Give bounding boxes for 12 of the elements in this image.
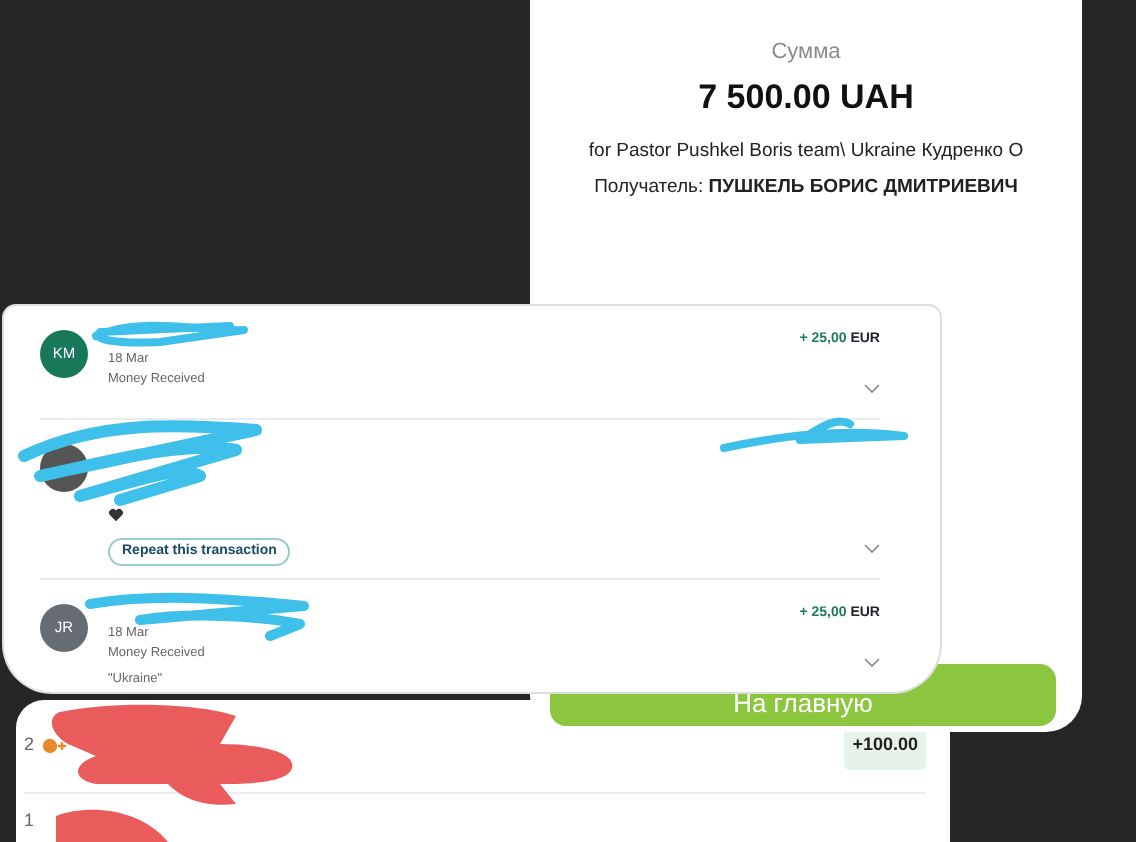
redaction-scribble (56, 809, 168, 842)
heart-icon (108, 508, 124, 522)
amount-value: 7 500.00 UAH (696, 75, 916, 119)
chevron-icon[interactable] (864, 544, 880, 555)
row-index: 1 (24, 807, 35, 833)
amount-label: Сумма (769, 38, 843, 68)
coin-icon (42, 737, 67, 754)
chevron-icon[interactable] (864, 384, 880, 395)
payment-purpose: for Pastor Pushkel Boris team\ Ukraine Кудренко О (586, 138, 1026, 166)
row-index: 2 (24, 732, 35, 759)
recipient-text: Получатель: ПУШКЕЛЬ БОРИС ДМИТРИЕВИЧ (592, 174, 1020, 202)
chevron-icon[interactable] (864, 658, 880, 669)
